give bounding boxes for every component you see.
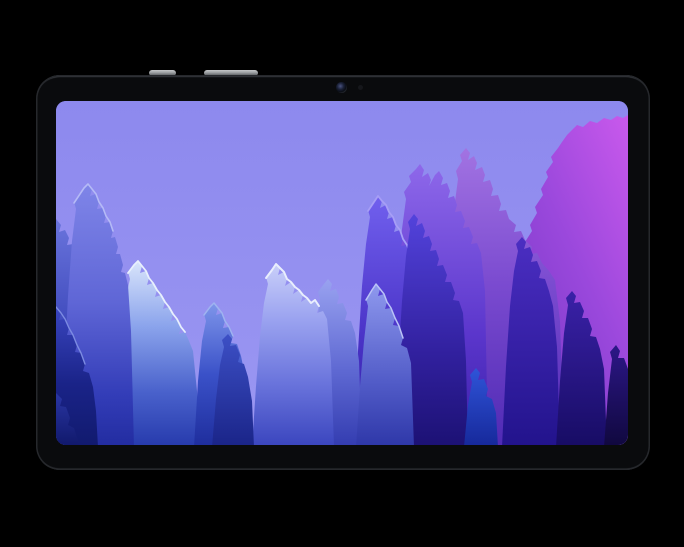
wallpaper-graphic [56, 101, 628, 445]
light-sensor [358, 85, 363, 90]
scene-background [0, 0, 684, 547]
front-camera [336, 82, 347, 93]
tablet-device [36, 75, 650, 470]
tablet-screen [56, 101, 628, 445]
